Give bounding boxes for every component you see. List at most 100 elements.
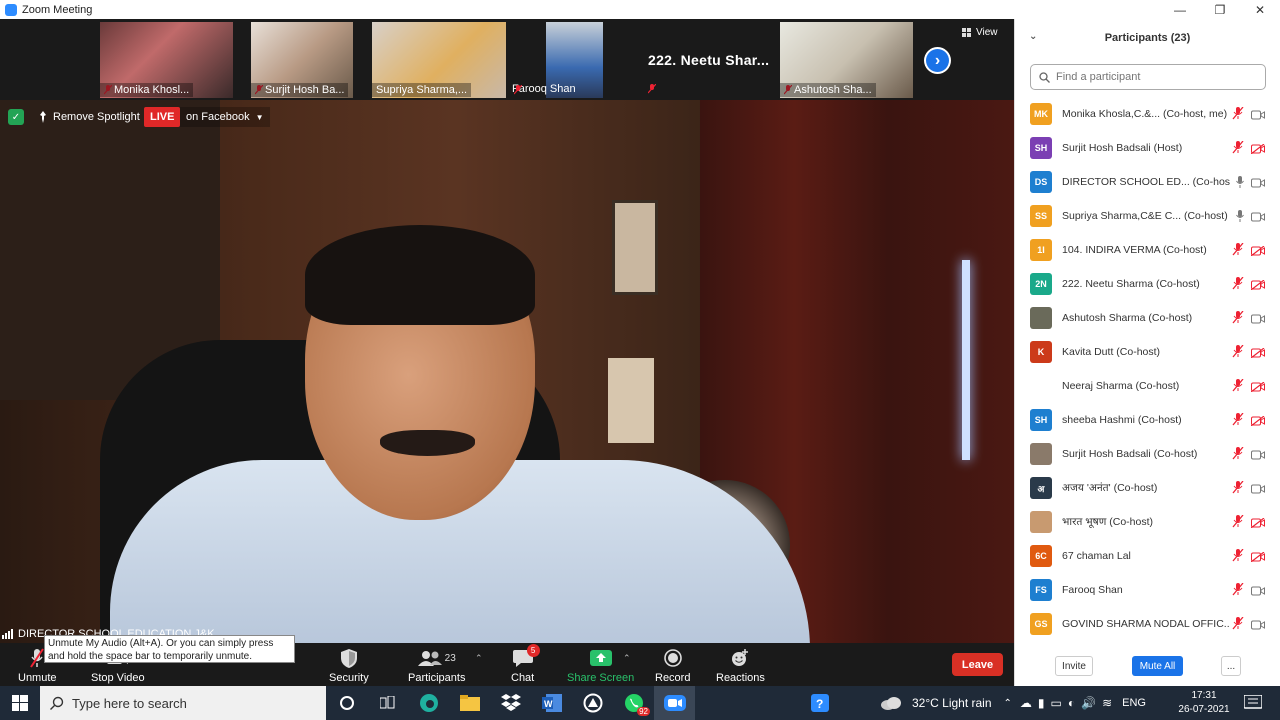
language-indicator[interactable]: ENG [1122, 697, 1146, 709]
onedrive-icon[interactable]: ☁ [1020, 696, 1032, 710]
windows-logo-icon [12, 695, 28, 711]
find-participant-input[interactable] [1056, 71, 1246, 83]
task-view-icon[interactable] [367, 686, 408, 720]
participant-row[interactable]: भारत भूषण (Co-host) [1015, 505, 1267, 539]
collapse-chevron-icon[interactable]: ⌄ [1029, 31, 1037, 42]
wifi-icon[interactable]: ≋ [1102, 696, 1112, 710]
participant-row[interactable]: Neeraj Sharma (Co-host) [1015, 369, 1267, 403]
leave-button[interactable]: Leave [952, 653, 1003, 676]
participants-button[interactable]: 23 Participants [408, 647, 465, 684]
mic-icon [1236, 175, 1244, 193]
muted-mic-icon [1232, 616, 1244, 635]
mute-all-button[interactable]: Mute All [1132, 656, 1183, 676]
start-button[interactable] [0, 686, 40, 720]
grid-icon [962, 28, 971, 37]
chat-button[interactable]: 5 Chat [511, 644, 540, 684]
security-label: Security [329, 672, 369, 684]
participant-row[interactable]: 6C 67 chaman Lal [1015, 539, 1267, 573]
video-off-icon [1250, 549, 1265, 567]
taskbar-search-box[interactable]: Type here to search [40, 686, 326, 720]
participant-row[interactable]: अ अजय 'अनंत' (Co-host) [1015, 471, 1267, 505]
participant-avatar: 2N [1030, 273, 1052, 295]
participant-name: Surjit Hosh Badsali (Co-host) [1062, 448, 1198, 460]
file-explorer-icon[interactable] [449, 686, 490, 720]
participants-count: 23 [444, 652, 456, 664]
participant-row[interactable]: SH Surjit Hosh Badsali (Host) [1015, 131, 1267, 165]
share-screen-icon [589, 650, 612, 666]
video-off-icon [1250, 243, 1265, 261]
maximize-button[interactable]: ❐ [1200, 0, 1240, 19]
participant-row[interactable]: DS DIRECTOR SCHOOL ED... (Co-host) [1015, 165, 1267, 199]
muted-mic-icon [1232, 106, 1244, 125]
security-button[interactable]: Security [329, 647, 369, 684]
participant-row[interactable]: GS GOVIND SHARMA NODAL OFFIC... [1015, 607, 1267, 641]
live-platform-label: on Facebook [186, 111, 250, 123]
participant-row[interactable]: SS Supriya Sharma,C&E C... (Co-host) [1015, 199, 1267, 233]
whatsapp-icon[interactable]: 92 [613, 686, 654, 720]
window-titlebar: Zoom Meeting — ❐ ✕ [0, 0, 1280, 19]
tray-expand-icon[interactable]: ⌃ [1004, 698, 1012, 709]
more-options-button[interactable]: ... [1221, 656, 1241, 676]
cortana-icon[interactable] [326, 686, 367, 720]
video-icon [1251, 481, 1265, 499]
video-thumbnail[interactable]: Ashutosh Sha... [780, 22, 913, 98]
share-screen-caret-icon[interactable]: ⌃ [623, 653, 631, 664]
video-thumbnail[interactable]: Monika Khosl... [100, 22, 233, 98]
muted-mic-icon [1232, 412, 1244, 431]
app-circle-icon[interactable] [572, 686, 613, 720]
participant-row[interactable]: Ashutosh Sharma (Co-host) [1015, 301, 1267, 335]
whatsapp-badge: 92 [637, 707, 650, 716]
participant-row[interactable]: MK Monika Khosla,C.&... (Co-host, me) [1015, 97, 1267, 131]
participant-row[interactable]: K Kavita Dutt (Co-host) [1015, 335, 1267, 369]
encryption-shield-icon[interactable]: ✓ [8, 109, 24, 125]
participant-status-icons [1236, 175, 1265, 193]
background-light [962, 260, 970, 460]
video-off-icon [1250, 277, 1265, 295]
help-icon[interactable]: ? [799, 686, 840, 720]
dropbox-icon[interactable] [490, 686, 531, 720]
participants-caret-icon[interactable]: ⌃ [475, 653, 483, 664]
video-off-icon [1250, 413, 1265, 431]
participant-row[interactable]: 1I 104. INDIRA VERMA (Co-host) [1015, 233, 1267, 267]
video-thumbnail[interactable]: Surjit Hosh Ba... [251, 22, 353, 98]
chevron-down-icon: ▼ [255, 112, 264, 122]
close-button[interactable]: ✕ [1240, 0, 1280, 19]
taskbar-clock[interactable]: 17:31 26-07-2021 [1176, 689, 1232, 717]
participant-row[interactable]: Surjit Hosh Badsali (Co-host) [1015, 437, 1267, 471]
video-thumbnail[interactable]: Supriya Sharma,... [372, 22, 506, 98]
find-participant-field[interactable] [1030, 64, 1266, 90]
record-button[interactable]: Record [655, 647, 690, 684]
participant-name: sheeba Hashmi (Co-host) [1062, 414, 1182, 426]
main-video[interactable]: ✓ Remove Spotlight LIVE on Facebook ▼ DI… [0, 100, 1014, 643]
participant-row[interactable]: SH sheeba Hashmi (Co-host) [1015, 403, 1267, 437]
participant-status-icons [1232, 616, 1265, 635]
participant-row[interactable]: FS Farooq Shan [1015, 573, 1267, 607]
weather-label[interactable]: 32°C Light rain [912, 696, 992, 710]
reactions-label: Reactions [716, 672, 765, 684]
notifications-icon[interactable] [1243, 694, 1263, 716]
volume-icon[interactable]: 🔊 [1081, 696, 1096, 710]
edge-browser-icon[interactable] [408, 686, 449, 720]
video-thumbnail[interactable]: 222. Neetu Shar... [640, 22, 774, 98]
network-icon[interactable]: ◐ [1068, 696, 1075, 710]
video-thumbnail-strip: Monika Khosl... Surjit Hosh Ba... Supriy… [0, 19, 1014, 100]
next-page-button[interactable]: › [924, 47, 951, 74]
invite-button[interactable]: Invite [1055, 656, 1093, 676]
reactions-button[interactable]: Reactions [716, 647, 765, 684]
participant-status-icons [1232, 276, 1265, 295]
participant-status-icons [1232, 446, 1265, 465]
participant-row[interactable]: 2N 222. Neetu Sharma (Co-host) [1015, 267, 1267, 301]
word-icon[interactable]: W [531, 686, 572, 720]
live-platform-dropdown[interactable]: on Facebook ▼ [180, 107, 270, 127]
muted-mic-icon [30, 648, 45, 668]
svg-text:W: W [544, 699, 553, 709]
minimize-button[interactable]: — [1160, 0, 1200, 19]
battery-icon[interactable]: ▮ [1038, 696, 1045, 710]
zoom-taskbar-icon[interactable] [654, 686, 695, 720]
view-button[interactable]: View [962, 27, 998, 38]
thumbnail-name: Surjit Hosh Ba... [251, 83, 349, 97]
participant-name: Kavita Dutt (Co-host) [1062, 346, 1161, 358]
remove-spotlight-button[interactable]: Remove Spotlight [38, 109, 140, 125]
monitor-icon[interactable]: ▭ [1051, 696, 1062, 710]
participant-name: अजय 'अनंत' (Co-host) [1062, 482, 1158, 494]
